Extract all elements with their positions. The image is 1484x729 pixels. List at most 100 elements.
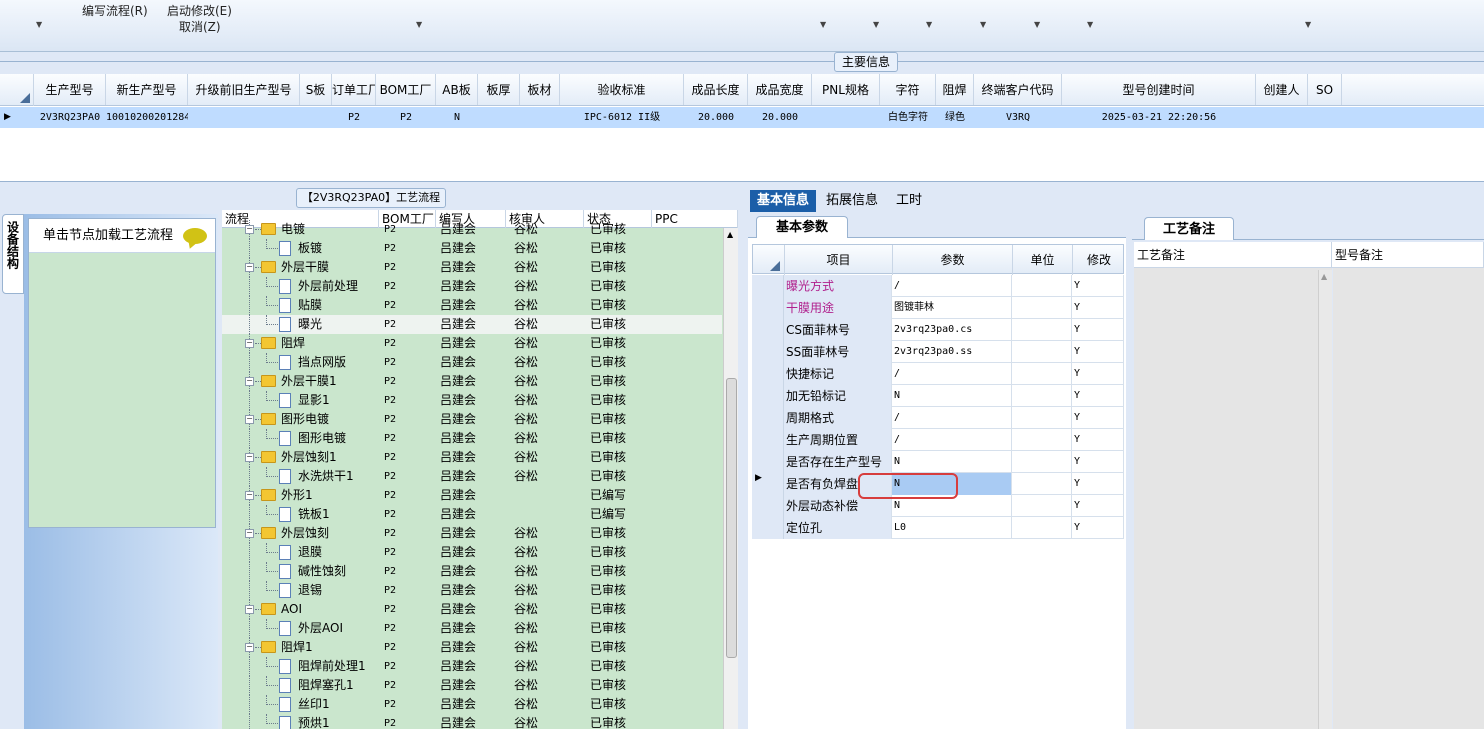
table-cell[interactable]: 10010200201284 [106,107,188,128]
column-header[interactable]: 验收标准 [560,74,684,105]
tree-node[interactable]: 预烘1 P2 吕建会 谷松 已审核 [222,714,722,729]
collapse-icon[interactable]: − [245,339,254,348]
param-modify[interactable]: Y [1072,363,1124,385]
tree-node[interactable]: − 外层干膜1 P2 吕建会 谷松 已审核 [222,372,722,391]
collapse-icon[interactable]: − [245,491,254,500]
column-header[interactable]: 阻焊 [936,74,974,105]
param-value[interactable]: 2v3rq23pa0.cs [892,319,1012,341]
table-cell[interactable] [520,107,560,128]
column-header[interactable]: 升级前旧生产型号 [188,74,300,105]
column-header[interactable]: SO [1308,74,1342,105]
tree-node[interactable]: 阻焊塞孔1 P2 吕建会 谷松 已审核 [222,676,722,695]
tree-node[interactable]: 外层AOI P2 吕建会 谷松 已审核 [222,619,722,638]
param-value[interactable]: L0 [892,517,1012,539]
process-remark-textbox[interactable] [1134,268,1332,729]
column-header[interactable]: 板厚 [478,74,520,105]
dropdown-arrow-icon[interactable]: ▼ [36,20,42,29]
param-modify[interactable]: Y [1072,429,1124,451]
tree-node[interactable]: − 阻焊 P2 吕建会 谷松 已审核 [222,334,722,353]
table-cell[interactable]: N [436,107,478,128]
param-value[interactable]: / [892,429,1012,451]
tab-process-remark[interactable]: 工艺备注 [1144,217,1234,240]
table-row[interactable]: ▶ 2V3RQ23PA0 10010200201284 P2 P2 N IPC-6012 … [0,107,1484,128]
table-cell[interactable] [1256,107,1308,128]
table-cell[interactable] [1308,107,1342,128]
start-modify-button[interactable]: 启动修改(E) [167,2,232,19]
tree-node[interactable]: 丝印1 P2 吕建会 谷松 已审核 [222,695,722,714]
tree-node[interactable]: 退膜 P2 吕建会 谷松 已审核 [222,543,722,562]
row-header[interactable] [752,341,784,363]
param-value[interactable]: / [892,275,1012,297]
tree-node[interactable]: 挡点网版 P2 吕建会 谷松 已审核 [222,353,722,372]
param-modify[interactable]: Y [1072,385,1124,407]
table-cell[interactable] [188,107,300,128]
tree-node[interactable]: 外层前处理 P2 吕建会 谷松 已审核 [222,277,722,296]
dropdown-arrow-icon[interactable]: ▼ [873,20,879,29]
column-header[interactable]: 创建人 [1256,74,1308,105]
column-header-process-remark[interactable]: 工艺备注 [1134,242,1332,268]
param-modify[interactable]: Y [1072,407,1124,429]
column-header[interactable]: 订单工厂 [332,74,376,105]
table-cell[interactable]: 2025-03-21 22:20:56 [1062,107,1256,128]
column-header[interactable]: AB板 [436,74,478,105]
table-cell[interactable]: 2V3RQ23PA0 [34,107,106,128]
collapse-icon[interactable]: − [245,453,254,462]
row-header[interactable] [752,407,784,429]
param-modify[interactable]: Y [1072,319,1124,341]
tree-node[interactable]: 水洗烘干1 P2 吕建会 谷松 已审核 [222,467,722,486]
tree-node[interactable]: 碱性蚀刻 P2 吕建会 谷松 已审核 [222,562,722,581]
param-unit[interactable] [1012,495,1072,517]
collapse-icon[interactable]: − [245,643,254,652]
tree-node[interactable]: − 阻焊1 P2 吕建会 谷松 已审核 [222,638,722,657]
param-modify[interactable]: Y [1072,297,1124,319]
table-cell[interactable]: V3RQ [974,107,1062,128]
param-row[interactable]: 加无铅标记 N Y [752,385,1124,407]
table-cell[interactable]: 20.000 [684,107,748,128]
param-modify[interactable]: Y [1072,517,1124,539]
table-cell[interactable]: 绿色 [936,107,974,128]
scroll-up-icon[interactable]: ▲ [1321,272,1327,281]
dropdown-arrow-icon[interactable]: ▼ [416,20,422,29]
dropdown-arrow-icon[interactable]: ▼ [1087,20,1093,29]
param-modify[interactable]: Y [1072,495,1124,517]
table-cell[interactable]: 20.000 [748,107,812,128]
param-row[interactable]: 曝光方式 / Y [752,275,1124,297]
tree-node[interactable]: − 电镀 P2 吕建会 谷松 已审核 [222,220,722,239]
column-header-model-remark[interactable]: 型号备注 [1332,242,1484,268]
row-header[interactable] [752,297,784,319]
tree-node[interactable]: − 外形1 P2 吕建会 已编写 [222,486,722,505]
tree-node[interactable]: − 外层干膜 P2 吕建会 谷松 已审核 [222,258,722,277]
param-unit[interactable] [1012,341,1072,363]
column-header[interactable]: 板材 [520,74,560,105]
column-header[interactable]: 成品宽度 [748,74,812,105]
table-cell[interactable]: 白色字符 [880,107,936,128]
table-cell[interactable]: P2 [376,107,436,128]
collapse-icon[interactable]: − [245,263,254,272]
tree-node[interactable]: 退锡 P2 吕建会 谷松 已审核 [222,581,722,600]
load-flow-button[interactable]: 单击节点加载工艺流程 [29,219,215,253]
column-header[interactable]: 成品长度 [684,74,748,105]
tree-node[interactable]: 板镀 P2 吕建会 谷松 已审核 [222,239,722,258]
collapse-icon[interactable]: − [245,225,254,234]
remark-scrollbar[interactable]: ▲ [1318,270,1332,729]
param-unit[interactable] [1012,297,1072,319]
column-header[interactable]: 型号创建时间 [1062,74,1256,105]
tree-node[interactable]: 图形电镀 P2 吕建会 谷松 已审核 [222,429,722,448]
table-cell[interactable] [478,107,520,128]
tree-node[interactable]: − 图形电镀 P2 吕建会 谷松 已审核 [222,410,722,429]
tree-node[interactable]: − AOI P2 吕建会 谷松 已审核 [222,600,722,619]
row-header[interactable]: ▶ [752,473,784,495]
dropdown-arrow-icon[interactable]: ▼ [1034,20,1040,29]
cancel-button[interactable]: 取消(Z) [179,18,221,35]
param-modify[interactable]: Y [1072,275,1124,297]
table-cell[interactable] [812,107,880,128]
tree-node[interactable]: 显影1 P2 吕建会 谷松 已审核 [222,391,722,410]
param-row[interactable]: 是否存在生产型号 N Y [752,451,1124,473]
tab-basic-info[interactable]: 基本信息 [750,190,817,212]
row-header[interactable] [752,275,784,297]
column-header[interactable]: 新生产型号 [106,74,188,105]
column-header-modify[interactable]: 修改 [1073,245,1125,275]
param-unit[interactable] [1012,407,1072,429]
column-header[interactable]: 字符 [880,74,936,105]
param-unit[interactable] [1012,385,1072,407]
